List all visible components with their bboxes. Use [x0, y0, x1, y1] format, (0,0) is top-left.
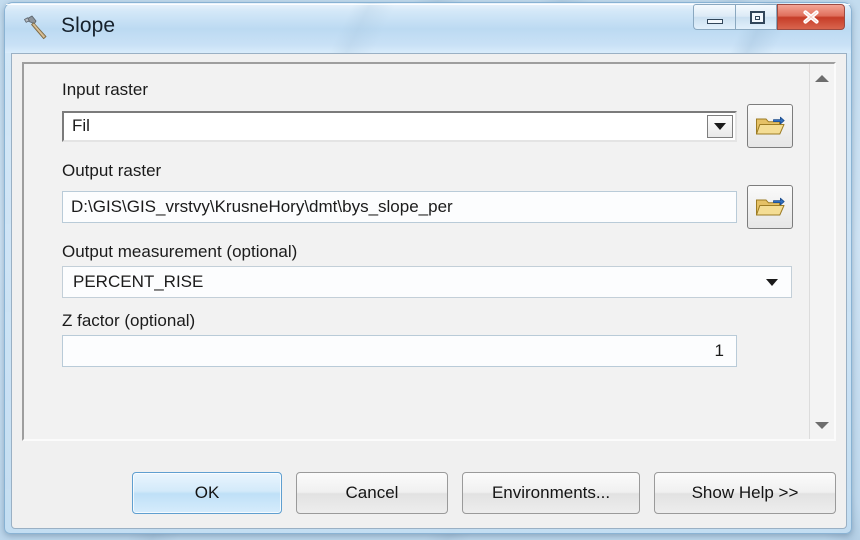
output-measurement-row: PERCENT_RISE [62, 266, 809, 298]
minimize-icon [707, 19, 723, 24]
chevron-down-icon [714, 122, 726, 130]
output-raster-input[interactable]: D:\GIS\GIS_vrstvy\KrusneHory\dmt\bys_slo… [62, 191, 737, 223]
scroll-up-button[interactable] [810, 67, 834, 89]
window-title: Slope [61, 14, 116, 37]
parameter-panel: Input raster Fil Output raster D:\GIS\GI… [22, 62, 836, 441]
cancel-button[interactable]: Cancel [296, 472, 448, 514]
output-measurement-combo[interactable]: PERCENT_RISE [62, 266, 792, 298]
chevron-down-icon [766, 279, 778, 286]
title-bar[interactable]: Slope [5, 3, 851, 53]
hammer-icon [23, 15, 47, 40]
output-raster-label: Output raster [62, 161, 162, 180]
restore-button[interactable] [735, 4, 777, 30]
scroll-down-arrow-icon [815, 421, 829, 429]
open-folder-icon [756, 197, 785, 216]
output-measurement-label: Output measurement (optional) [62, 242, 298, 261]
minimize-button[interactable] [693, 4, 735, 30]
slope-dialog-window: Slope Input raster Fil Output raster D:\… [4, 2, 852, 534]
input-raster-dropdown-button[interactable] [707, 114, 733, 138]
environments-button[interactable]: Environments... [462, 472, 640, 514]
input-raster-value: Fil [72, 116, 90, 135]
input-raster-browse-button[interactable] [747, 104, 793, 148]
show-help-button[interactable]: Show Help >> [654, 472, 836, 514]
z-factor-row: 1 [62, 335, 809, 367]
scroll-up-arrow-icon [815, 74, 829, 82]
scroll-down-button[interactable] [810, 414, 834, 436]
output-raster-value: D:\GIS\GIS_vrstvy\KrusneHory\dmt\bys_slo… [71, 197, 453, 216]
parameter-panel-scrollbar[interactable] [809, 64, 834, 439]
close-icon [803, 10, 819, 24]
window-controls [693, 4, 845, 31]
dialog-button-bar: OK Cancel Environments... Show Help >> [22, 472, 836, 514]
close-button[interactable] [777, 4, 845, 30]
restore-icon [750, 11, 765, 24]
output-measurement-dropdown-button[interactable] [766, 279, 778, 286]
z-factor-value: 1 [714, 341, 724, 360]
input-raster-label: Input raster [62, 80, 148, 99]
z-factor-input[interactable]: 1 [62, 335, 737, 367]
output-raster-browse-button[interactable] [747, 185, 793, 229]
input-raster-combo[interactable]: Fil [62, 110, 737, 142]
input-raster-row: Fil [62, 104, 809, 148]
z-factor-label: Z factor (optional) [62, 311, 196, 330]
output-measurement-value: PERCENT_RISE [73, 272, 204, 291]
parameter-list: Input raster Fil Output raster D:\GIS\GI… [24, 64, 809, 439]
ok-button[interactable]: OK [132, 472, 282, 514]
open-folder-icon [756, 116, 785, 135]
dialog-body: Input raster Fil Output raster D:\GIS\GI… [11, 53, 847, 529]
output-raster-row: D:\GIS\GIS_vrstvy\KrusneHory\dmt\bys_slo… [62, 185, 809, 229]
